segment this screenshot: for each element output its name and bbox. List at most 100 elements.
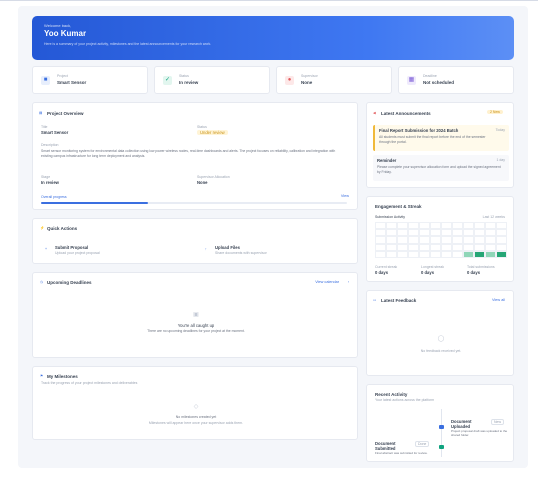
stats-row: ■ Project Smart Sensor ✓ Status In revie…: [32, 66, 514, 94]
engagement-title: Engagement & Streak: [375, 204, 422, 209]
activity-cell: [485, 250, 496, 258]
activity-cell: [397, 236, 408, 244]
stat-label: Deadline: [423, 74, 437, 78]
engagement-card: Engagement & Streak Submission Activity …: [366, 196, 514, 282]
recent-activity-subtitle: Your latest actions across the platform: [375, 398, 435, 402]
milestones-subtitle: Track the progress of your project miles…: [41, 381, 138, 385]
activity-cell: [419, 250, 430, 258]
metric-label: Longest streak: [421, 265, 444, 269]
stage-value: In review: [41, 180, 59, 185]
deadlines-title: Upcoming Deadlines: [47, 280, 92, 285]
feedback-empty-text: No feedback received yet.: [420, 349, 462, 353]
activity-cell: [463, 243, 474, 251]
activity-cell: [419, 243, 430, 251]
announcements-title: Latest Announcements: [381, 111, 431, 116]
activity-cell: [386, 243, 397, 251]
activity-cell: [375, 243, 386, 251]
activity-item[interactable]: Document Uploaded New Project proposal d…: [451, 417, 509, 441]
activity-cell: [463, 222, 474, 230]
activity-cell: [474, 250, 485, 258]
timeline-line: [441, 409, 442, 457]
activity-cell: [430, 222, 441, 230]
stat-label: Supervisor: [301, 74, 318, 78]
title-value: Smart Sensor: [41, 130, 69, 135]
metric-value: 0 days: [421, 270, 435, 275]
activity-cell: [386, 222, 397, 230]
activity-cell: [397, 250, 408, 258]
activity-cell: [496, 250, 507, 258]
folder-icon: ■: [41, 76, 50, 85]
stat-card-project[interactable]: ■ Project Smart Sensor: [32, 66, 148, 94]
empty-calendar-icon: ▣: [193, 312, 199, 318]
announcement-item[interactable]: Reminder 1 day Please complete your supe…: [373, 155, 509, 181]
stat-card-deadline[interactable]: ▦ Deadline Not scheduled: [398, 66, 514, 94]
project-overview-card: Project Overview ▤ Title Smart Sensor St…: [32, 102, 358, 210]
stat-card-supervisor[interactable]: ● Supervisor None: [276, 66, 392, 94]
top-divider: [0, 0, 538, 1]
timeline-dot-blue: [439, 425, 444, 429]
deadlines-empty-sub: There are no upcoming deadlines for your…: [147, 329, 245, 333]
stage-label: Stage: [41, 175, 51, 179]
activity-cell: [419, 236, 430, 244]
stat-label: Status: [179, 74, 189, 78]
announcement-item[interactable]: Final Report Submission for 2024 Batch T…: [373, 125, 509, 151]
upload-files-button[interactable]: ↑ Upload Files Share documents with supe…: [201, 241, 351, 259]
activity-cell: [375, 222, 386, 230]
view-project-link[interactable]: View: [341, 194, 349, 198]
bolt-icon: ⚡: [40, 226, 45, 230]
activity-item[interactable]: Document Submitted Done Final abstract w…: [375, 439, 435, 461]
metric-value: 0 days: [375, 270, 389, 275]
title-label: Title: [41, 125, 48, 129]
file-icon: ▤: [39, 111, 43, 115]
quick-action-sub: Share documents with supervisor: [215, 251, 267, 255]
quick-actions-title: Quick Actions: [47, 226, 78, 231]
flag-icon: ⚑: [40, 374, 44, 378]
metric-label: Total submissions: [467, 265, 495, 269]
activity-cell: [496, 229, 507, 237]
activity-cell: [441, 222, 452, 230]
description-text: Smart sensor monitoring system for envir…: [41, 149, 336, 158]
milestones-empty-sub: Milestones will appear here once your su…: [148, 421, 244, 425]
activity-cell: [441, 236, 452, 244]
deadlines-empty-title: You're all caught up: [177, 323, 215, 328]
stat-card-status[interactable]: ✓ Status In review: [154, 66, 270, 94]
recent-activity-card: Recent Activity Your latest actions acro…: [366, 384, 514, 462]
activity-cell: [463, 250, 474, 258]
chevron-right-icon[interactable]: ›: [348, 280, 349, 284]
metric-value: 0 days: [467, 270, 481, 275]
activity-cell: [397, 243, 408, 251]
submit-proposal-button[interactable]: + Submit Proposal Upload your project pr…: [41, 241, 191, 259]
plus-icon: +: [45, 247, 48, 251]
activity-cell: [452, 222, 463, 230]
megaphone-icon: ◀: [373, 111, 376, 115]
activity-cell: [474, 222, 485, 230]
progress-label: Overall progress: [41, 195, 67, 199]
feedback-title: Latest Feedback: [381, 298, 417, 303]
activity-cell: [408, 236, 419, 244]
activity-cell: [485, 236, 496, 244]
welcome-greeting: Welcome back,: [44, 23, 72, 28]
student-name: Yoo Kumar: [44, 29, 87, 38]
activity-cell: [430, 250, 441, 258]
empty-feedback-icon: ◯: [437, 336, 445, 342]
project-overview-title: Project Overview: [47, 111, 84, 116]
milestones-card: ⚑ My Milestones Track the progress of yo…: [32, 366, 358, 440]
activity-cell: [463, 229, 474, 237]
feedback-card: ▭ Latest Feedback View all ◯ No feedback…: [366, 290, 514, 376]
dashboard-page: Welcome back, Yoo Kumar Here is a summar…: [18, 6, 528, 468]
upload-icon: ↑: [205, 247, 207, 251]
activity-cell: [408, 250, 419, 258]
supervisor-label: Supervisor Allocation: [197, 175, 230, 179]
view-calendar-link[interactable]: View calendar: [315, 280, 339, 284]
announcement-title: Final Report Submission for 2024 Batch: [379, 128, 459, 133]
activity-cell: [496, 236, 507, 244]
activity-cell: [474, 243, 485, 251]
user-icon: ●: [285, 76, 294, 85]
activity-cell: [375, 250, 386, 258]
activity-title: Document Submitted: [375, 441, 396, 451]
view-all-feedback-link[interactable]: View all: [492, 298, 505, 302]
activity-heatmap: [375, 222, 507, 260]
activity-cell: [397, 222, 408, 230]
welcome-banner: Welcome back, Yoo Kumar Here is a summar…: [32, 16, 514, 60]
activity-cell: [386, 236, 397, 244]
